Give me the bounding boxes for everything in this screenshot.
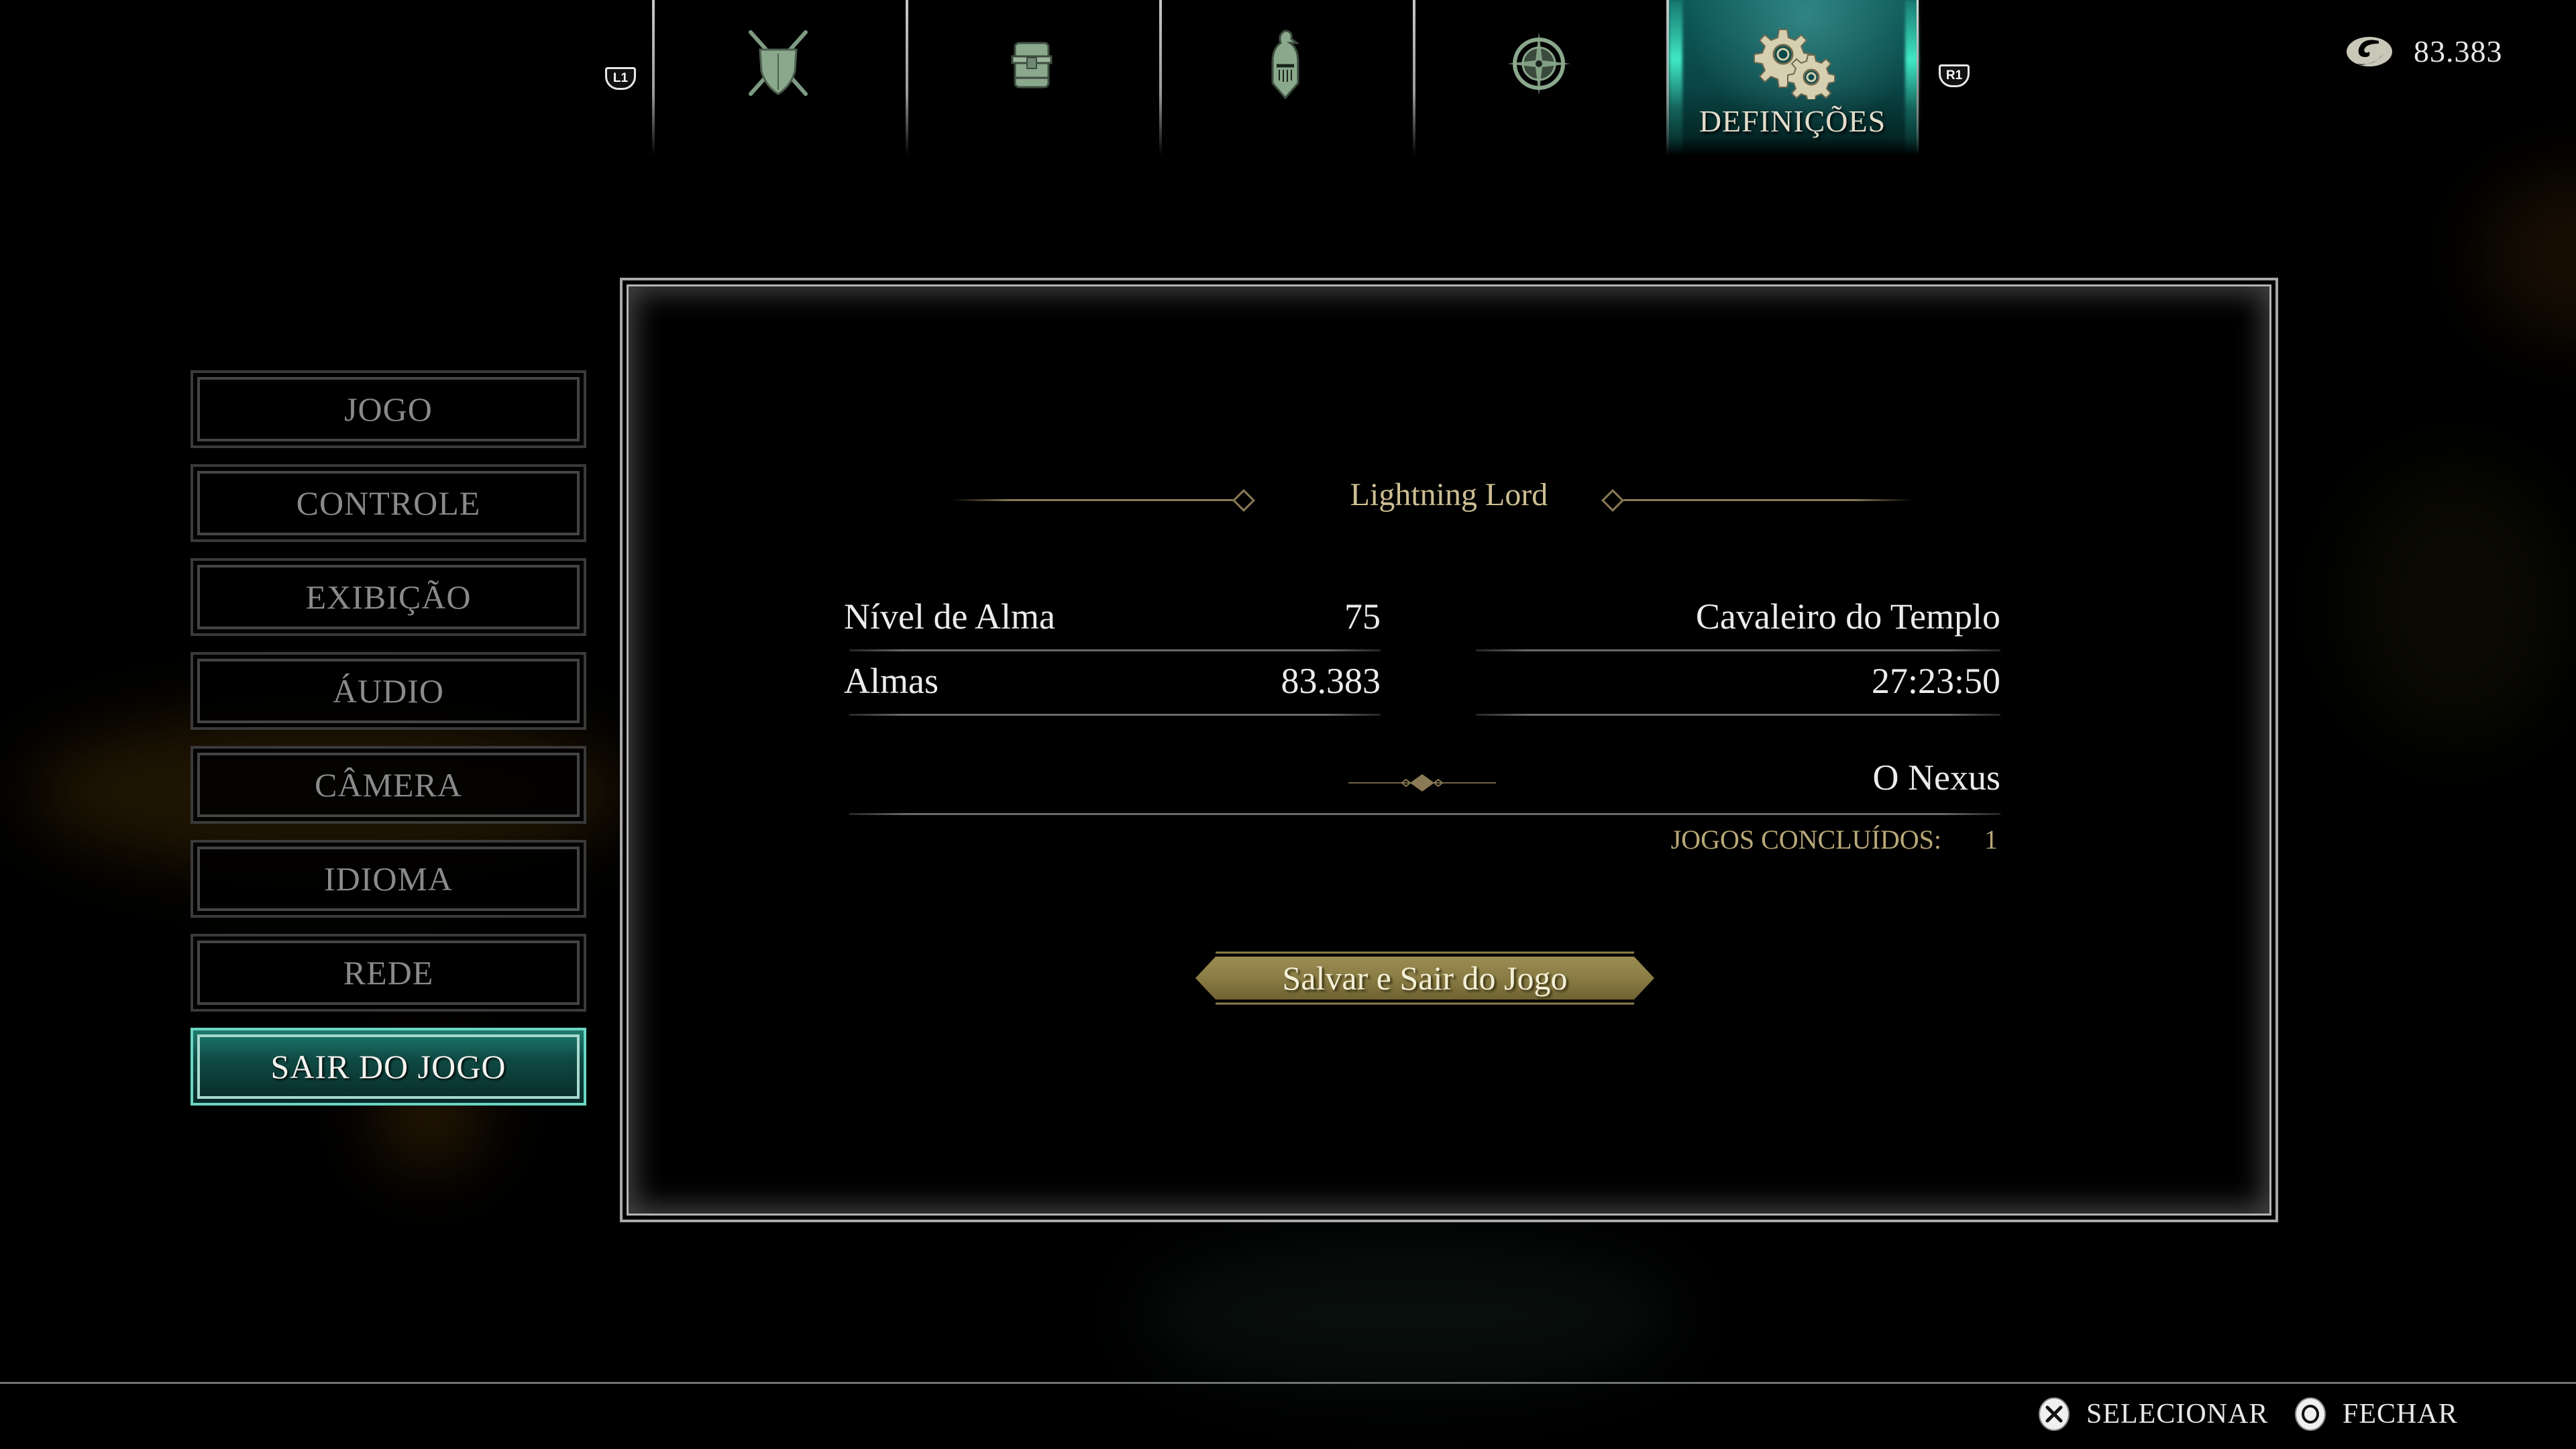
menu-item-controle[interactable]: CONTROLE (191, 464, 586, 542)
play-time-row: 27:23:50 (1470, 660, 2000, 716)
soul-level-label: Nível de Alma (844, 596, 1055, 637)
top-navigation: L1 DEFINIÇÕES R1 83.383 (0, 0, 2576, 161)
row-divider (849, 649, 1381, 651)
gears-icon (1754, 29, 1835, 99)
background-glow (1140, 1241, 1677, 1389)
diamond-ornament-icon (1348, 774, 1496, 792)
new-game-count: JOGOS CONCLUÍDOS: 1 (1671, 824, 1998, 855)
menu-item-label: IDIOMA (323, 860, 453, 898)
tab-equipment[interactable] (652, 0, 904, 156)
compass-rose-icon (1507, 32, 1570, 95)
row-divider (849, 714, 1381, 716)
play-time: 27:23:50 (1871, 661, 2000, 701)
menu-item-label: JOGO (344, 390, 433, 428)
menu-item-label: CÂMERA (315, 766, 462, 804)
character-name: Lightning Lord (1350, 477, 1548, 513)
souls-counter: 83.383 (2345, 34, 2503, 69)
soul-icon (2347, 36, 2392, 66)
row-divider (1476, 714, 2000, 716)
location-name: O Nexus (1872, 757, 2000, 798)
treasure-chest-icon (1011, 42, 1053, 89)
soul-level-value: 75 (1344, 596, 1381, 637)
save-and-quit-button[interactable]: Salvar e Sair do Jogo (1195, 951, 1654, 1005)
circle-button-icon (2295, 1397, 2326, 1431)
tab-divider (1413, 0, 1415, 156)
tab-divider (652, 0, 655, 156)
background-glow (2348, 470, 2563, 738)
select-hint[interactable]: SELECIONAR (2037, 1397, 2268, 1432)
souls-amount: 83.383 (1281, 661, 1381, 701)
footer-divider (0, 1382, 2576, 1384)
tab-settings[interactable]: DEFINIÇÕES (1666, 0, 1919, 156)
r1-button-icon[interactable]: R1 (1939, 64, 1970, 87)
class-row: Cavaleiro do Templo (1470, 596, 2000, 651)
new-game-value: 1 (1984, 824, 1998, 855)
settings-menu: JOGO CONTROLE EXIBIÇÃO ÁUDIO CÂMERA IDIO… (191, 370, 586, 1122)
menu-item-rede[interactable]: REDE (191, 934, 586, 1012)
menu-item-idioma[interactable]: IDIOMA (191, 840, 586, 918)
row-divider (1476, 649, 2000, 651)
character-class: Cavaleiro do Templo (1695, 596, 2000, 637)
tab-map[interactable] (1413, 0, 1665, 156)
souls-label: Almas (844, 661, 938, 701)
close-hint[interactable]: FECHAR (2293, 1397, 2458, 1432)
ornament-line (1623, 499, 1912, 501)
menu-item-camera[interactable]: CÂMERA (191, 746, 586, 824)
menu-item-label: EXIBIÇÃO (305, 578, 472, 616)
tab-character[interactable] (1159, 0, 1411, 156)
cross-button-icon (2039, 1397, 2070, 1431)
close-label: FECHAR (2343, 1399, 2458, 1430)
menu-item-label: REDE (343, 954, 434, 991)
menu-item-label: ÁUDIO (332, 672, 445, 710)
crossed-swords-shield-icon (749, 30, 808, 96)
tab-divider (906, 0, 908, 156)
tab-inventory[interactable] (906, 0, 1158, 156)
row-divider (849, 813, 2000, 815)
menu-item-label: CONTROLE (296, 484, 481, 522)
character-title: Lightning Lord (623, 476, 2275, 523)
quit-game-panel: Lightning Lord Nível de Alma 75 Almas 83… (620, 278, 2278, 1222)
save-and-quit-label: Salvar e Sair do Jogo (1282, 959, 1568, 997)
menu-item-jogo[interactable]: JOGO (191, 370, 586, 448)
tab-divider (1159, 0, 1162, 156)
menu-item-label: SAIR DO JOGO (270, 1048, 506, 1085)
l1-button-icon[interactable]: L1 (605, 67, 636, 90)
soul-level-row: Nível de Alma 75 (844, 596, 1381, 651)
souls-row: Almas 83.383 (844, 660, 1381, 716)
new-game-label: JOGOS CONCLUÍDOS: (1670, 824, 1941, 855)
background-glow (2482, 174, 2576, 335)
knight-helmet-icon (1271, 30, 1300, 100)
location-row: O Nexus (844, 757, 2000, 817)
menu-item-sair-do-jogo[interactable]: SAIR DO JOGO (191, 1028, 586, 1106)
souls-value: 83.383 (2414, 34, 2503, 68)
menu-item-audio[interactable]: ÁUDIO (191, 652, 586, 730)
select-label: SELECIONAR (2086, 1399, 2269, 1430)
menu-item-exibicao[interactable]: EXIBIÇÃO (191, 558, 586, 636)
tab-settings-label: DEFINIÇÕES (1699, 104, 1886, 138)
